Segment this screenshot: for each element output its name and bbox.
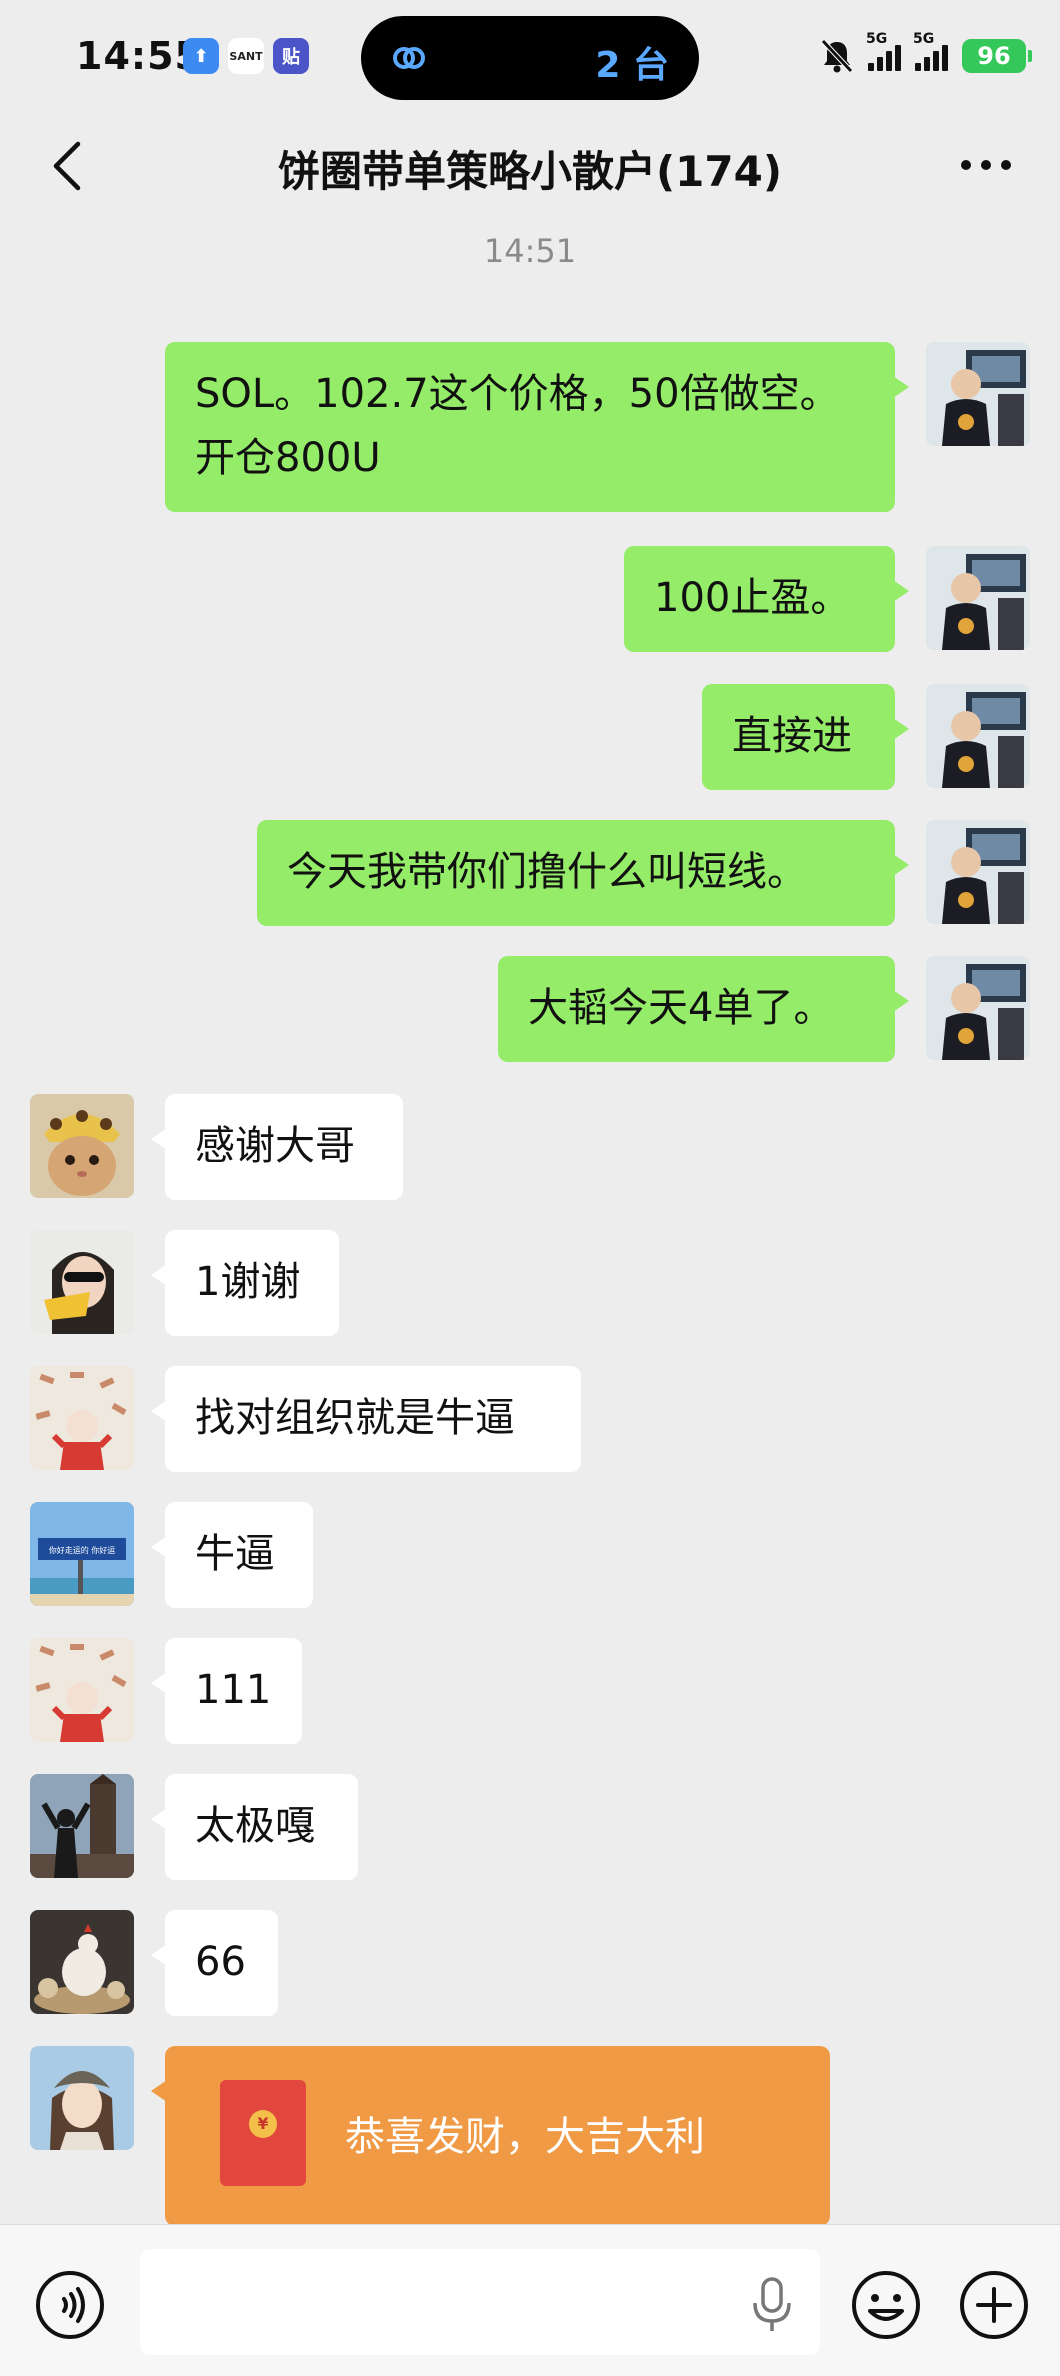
- money-rain-avatar-icon: [30, 1638, 134, 1742]
- signal-label: 5G: [913, 31, 935, 47]
- app-saint-icon: SANT: [228, 38, 264, 74]
- outgoing-message[interactable]: 100止盈。: [624, 546, 909, 652]
- trader-avatar-icon: [926, 342, 1030, 446]
- incoming-message[interactable]: 1谢谢: [151, 1230, 339, 1336]
- island-text: 2 台: [595, 45, 669, 86]
- incoming-message[interactable]: 感谢大哥: [151, 1094, 403, 1200]
- my-avatar[interactable]: [926, 684, 1030, 788]
- girl-sunglasses-avatar-icon: [30, 1230, 134, 1334]
- red-packet-message[interactable]: ¥ 恭喜发财，大吉大利: [151, 2046, 830, 2226]
- incoming-message[interactable]: 牛逼: [151, 1502, 313, 1608]
- cathedral-avatar-icon: [30, 1774, 134, 1878]
- member-avatar[interactable]: [30, 1366, 134, 1470]
- status-bar: 14:55 ⬆ SANT 贴 2 台 5G 5G 96: [0, 0, 1060, 120]
- message-input[interactable]: [140, 2249, 820, 2355]
- incoming-message[interactable]: 太极嘎: [151, 1774, 358, 1880]
- more-options-icon[interactable]: [956, 150, 1016, 180]
- trader-avatar-icon: [926, 684, 1030, 788]
- message-timestamp: 14:51: [483, 232, 577, 270]
- member-avatar[interactable]: [30, 2046, 134, 2150]
- trader-avatar-icon: [926, 956, 1030, 1060]
- incoming-message[interactable]: 找对组织就是牛逼: [151, 1366, 581, 1472]
- signal-strength-2: 5G: [913, 31, 948, 71]
- status-icons: 5G 5G 96: [820, 31, 1032, 76]
- member-avatar[interactable]: [30, 1230, 134, 1334]
- sign-text: 你好走运的 你好运: [49, 1545, 116, 1555]
- trader-avatar-icon: [926, 820, 1030, 924]
- incoming-message[interactable]: 66: [151, 1910, 278, 2016]
- red-packet-text: 恭喜发财，大吉大利: [345, 2114, 705, 2160]
- beach-sign-avatar-icon: 你好走运的 你好运: [30, 1502, 134, 1606]
- signal-strength-1: 5G: [866, 31, 901, 71]
- link-icon: [393, 47, 425, 69]
- member-avatar[interactable]: [30, 1638, 134, 1742]
- mute-bell-icon: [821, 39, 853, 73]
- outgoing-message[interactable]: 今天我带你们撸什么叫短线。: [257, 820, 909, 926]
- outgoing-message[interactable]: 直接进: [702, 684, 909, 790]
- my-avatar[interactable]: [926, 956, 1030, 1060]
- app-tieba-icon: 贴: [273, 38, 309, 74]
- member-avatar[interactable]: [30, 1094, 134, 1198]
- my-avatar[interactable]: [926, 546, 1030, 650]
- app-upload-icon: ⬆: [183, 38, 219, 74]
- chat-header: 饼圈带单策略小散户(174): [0, 120, 1060, 212]
- dynamic-island[interactable]: 2 台: [361, 16, 699, 100]
- red-envelope-icon: ¥: [220, 2080, 306, 2186]
- emoji-icon[interactable]: [850, 2269, 922, 2341]
- input-bar: [0, 2224, 1060, 2376]
- battery-level: 96: [977, 42, 1011, 70]
- outgoing-message[interactable]: SOL。102.7这个价格，50倍做空。开仓800U: [165, 342, 909, 512]
- cat-avatar-icon: [30, 1094, 134, 1198]
- my-avatar[interactable]: [926, 342, 1030, 446]
- girl-hat-avatar-icon: [30, 2046, 134, 2150]
- outgoing-message[interactable]: 大韬今天4单了。: [498, 956, 909, 1062]
- member-avatar[interactable]: 你好走运的 你好运: [30, 1502, 134, 1606]
- coin-icon: ¥: [249, 2110, 277, 2138]
- microphone-icon[interactable]: [748, 2275, 796, 2333]
- my-avatar[interactable]: [926, 820, 1030, 924]
- money-rain-avatar-icon: [30, 1366, 134, 1470]
- chat-title: 饼圈带单策略小散户(174): [277, 147, 783, 196]
- plus-icon[interactable]: [958, 2269, 1030, 2341]
- rooster-avatar-icon: [30, 1910, 134, 2014]
- member-avatar[interactable]: [30, 1774, 134, 1878]
- battery-indicator: 96: [962, 39, 1032, 73]
- incoming-message[interactable]: 111: [151, 1638, 302, 1744]
- voice-mode-icon[interactable]: [34, 2269, 106, 2341]
- trader-avatar-icon: [926, 546, 1030, 650]
- signal-label: 5G: [866, 31, 888, 47]
- member-avatar[interactable]: [30, 1910, 134, 2014]
